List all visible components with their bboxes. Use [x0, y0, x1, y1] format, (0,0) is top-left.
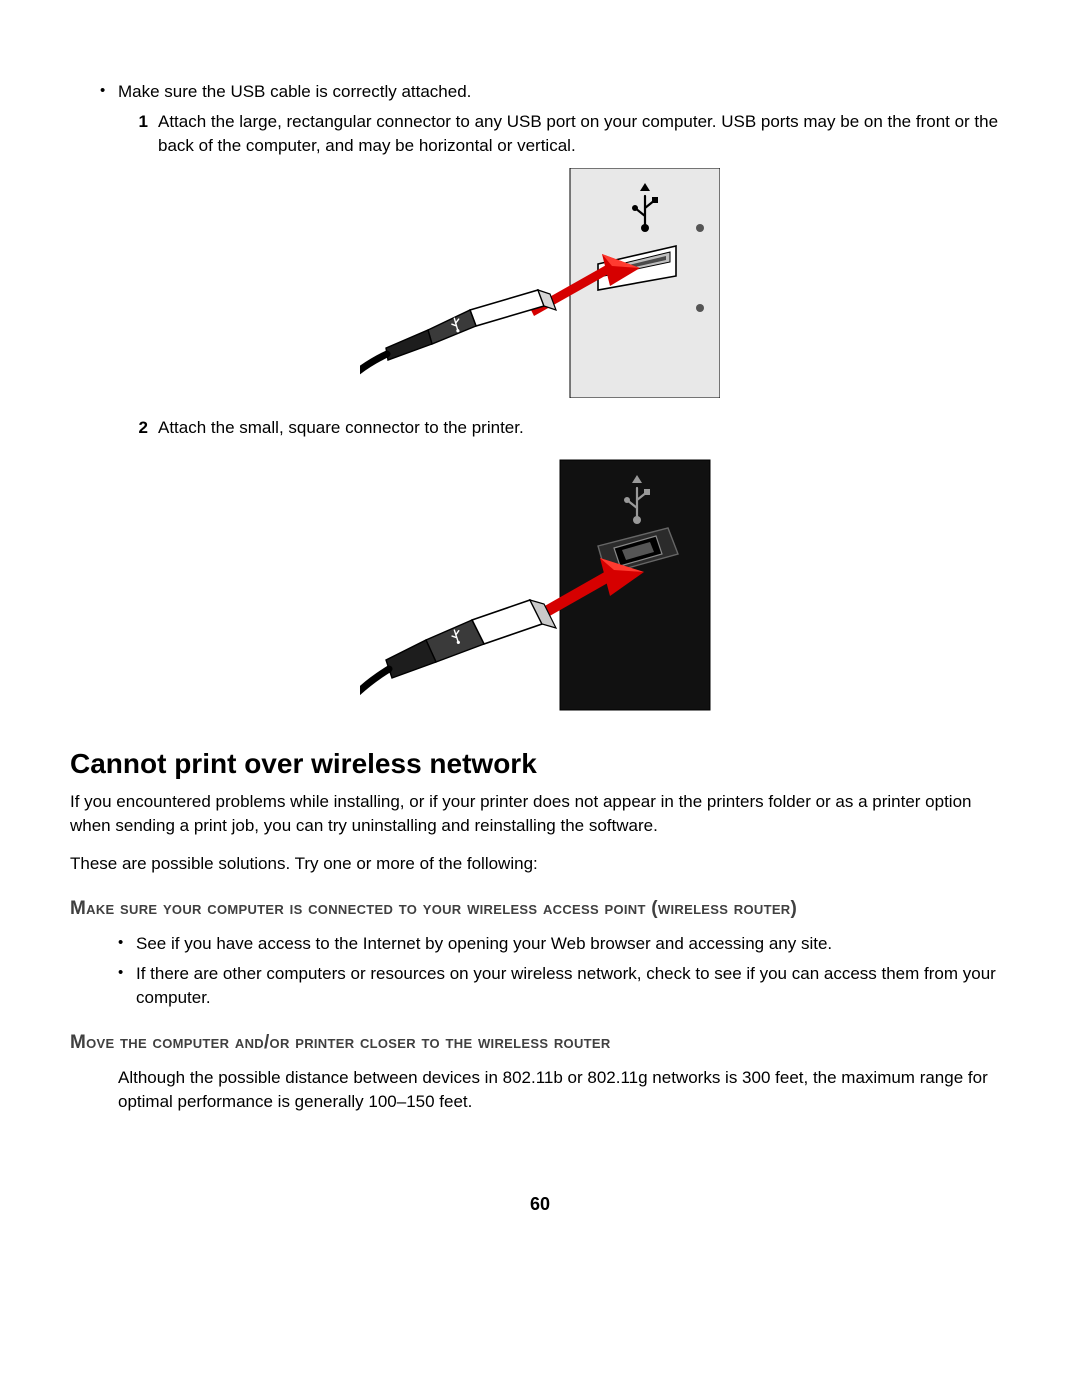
section-title: Cannot print over wireless network — [70, 748, 1010, 780]
step-number: 2 — [130, 416, 158, 440]
bullet-icon: • — [100, 80, 118, 102]
body-paragraph: These are possible solutions. Try one or… — [70, 852, 1010, 876]
bullet-list: • See if you have access to the Internet… — [118, 932, 1010, 1010]
bullet-text: See if you have access to the Internet b… — [136, 932, 832, 956]
numbered-list: 2 Attach the small, square connector to … — [130, 416, 1010, 440]
page-number: 60 — [70, 1194, 1010, 1215]
usb-printer-illustration — [360, 450, 720, 720]
step-text: Attach the large, rectangular connector … — [158, 110, 1010, 158]
step-text: Attach the small, square connector to th… — [158, 416, 524, 440]
body-paragraph: Although the possible distance between d… — [118, 1066, 1010, 1114]
bullet-item: • If there are other computers or resour… — [118, 962, 1010, 1010]
usb-computer-illustration — [360, 168, 720, 398]
bullet-icon: • — [118, 962, 136, 984]
bullet-icon: • — [118, 932, 136, 954]
subsection-heading: Move the computer and/or printer closer … — [70, 1030, 1010, 1056]
figure-usb-computer — [70, 168, 1010, 398]
numbered-list: 1 Attach the large, rectangular connecto… — [130, 110, 1010, 158]
figure-usb-printer — [70, 450, 1010, 720]
subsection-heading: Make sure your computer is connected to … — [70, 896, 1010, 922]
step-number: 1 — [130, 110, 158, 134]
bullet-item: • See if you have access to the Internet… — [118, 932, 1010, 956]
bullet-item: • Make sure the USB cable is correctly a… — [100, 80, 1010, 104]
bullet-text: Make sure the USB cable is correctly att… — [118, 80, 471, 104]
document-page: • Make sure the USB cable is correctly a… — [0, 0, 1080, 1255]
list-item: 1 Attach the large, rectangular connecto… — [130, 110, 1010, 158]
list-item: 2 Attach the small, square connector to … — [130, 416, 1010, 440]
body-paragraph: If you encountered problems while instal… — [70, 790, 1010, 838]
bullet-text: If there are other computers or resource… — [136, 962, 1010, 1010]
